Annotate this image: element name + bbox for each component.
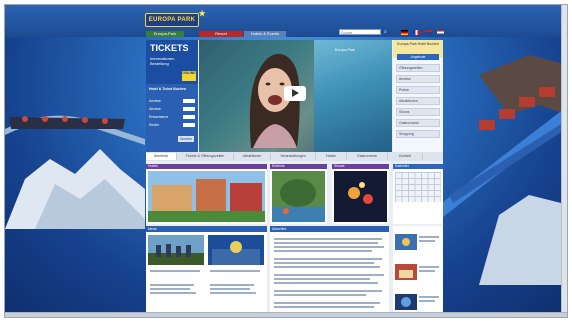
news-panel: News	[146, 226, 267, 317]
tab-attractions[interactable]: Attraktionen	[234, 153, 271, 160]
star-icon: ★	[198, 9, 206, 18]
sidebar-item-opening-hours[interactable]: Öffnungszeiten	[396, 64, 440, 72]
shows-image	[334, 171, 387, 222]
article-panel: Aktuelles	[270, 226, 389, 317]
sidebar-item-gastronomy[interactable]: Gastronomie	[396, 119, 440, 127]
departure-field[interactable]	[183, 107, 195, 111]
flag-uk-icon[interactable]	[425, 30, 432, 35]
promo-title: Erlebnis	[270, 164, 327, 169]
news-photo-2[interactable]	[208, 235, 264, 265]
sidebar-item-shows[interactable]: Shows	[396, 108, 440, 116]
sidebar-item-shopping[interactable]: Shopping	[396, 130, 440, 138]
promo-experience[interactable]: Erlebnis	[270, 164, 327, 224]
tickets-title: TICKETS	[150, 43, 189, 53]
flag-fr-icon[interactable]	[413, 30, 420, 35]
booking-widget: Hotel & Ticket Buchen Anreise Abreise Er…	[146, 84, 198, 152]
right-teasers	[393, 226, 443, 317]
teaser-image-3[interactable]	[395, 294, 417, 310]
promo-title: Hotels	[146, 164, 267, 169]
promo-shows[interactable]: Shows	[332, 164, 389, 224]
tickets-badge: ONLINE	[182, 71, 196, 81]
booking-row-children: Kinder	[149, 122, 195, 128]
vertical-scrollbar[interactable]	[561, 5, 567, 317]
tab-contact[interactable]: Kontakt	[388, 153, 423, 160]
logo-text: EUROPA PARK	[148, 17, 196, 23]
flag-de-icon[interactable]	[401, 30, 408, 35]
europa-park-logo[interactable]: EUROPA PARK ★	[145, 9, 206, 27]
teaser-image-1[interactable]	[395, 234, 417, 250]
booking-row-departure: Abreise	[149, 106, 195, 112]
tab-events[interactable]: Veranstaltungen	[271, 153, 316, 160]
right-sidebar: Europa-Park Hotel Buchen Angebote Öffnun…	[393, 40, 443, 152]
browser-window: EUROPA PARK ★ Europa-Park Resort Hotels …	[4, 4, 568, 318]
calendar-widget: Kalender	[393, 164, 443, 224]
teaser-image-2[interactable]	[395, 264, 417, 280]
tab-tickets[interactable]: Tickets & Öffnungszeiten	[177, 153, 234, 160]
booking-row-arrival: Anreise	[149, 98, 195, 104]
arrival-field[interactable]	[183, 99, 195, 103]
promo-hotels[interactable]: Hotels	[146, 164, 267, 224]
flag-nl-icon[interactable]	[437, 30, 444, 35]
search-input[interactable]	[339, 29, 381, 35]
booking-search-button[interactable]: Suchen	[178, 136, 194, 142]
experience-image	[272, 171, 325, 222]
news-title: News	[146, 226, 267, 232]
sidebar-item-attractions[interactable]: Attraktionen	[396, 97, 440, 105]
tickets-subtitle: Informationen Bestellung	[150, 56, 175, 66]
calendar-title: Kalender	[393, 164, 443, 169]
rollercoaster-left-image	[5, 115, 145, 229]
booking-row-adults: Erwachsene	[149, 114, 195, 120]
nav-item-europa-park[interactable]: Europa-Park	[146, 31, 184, 37]
search-icon[interactable]: ⌕	[384, 29, 387, 35]
booking-title: Hotel & Ticket Buchen	[149, 87, 187, 91]
main-content: TICKETS Informationen Bestellung ONLINE …	[146, 40, 443, 317]
sidebar-item-prices[interactable]: Preise	[396, 86, 440, 94]
nav-item-hotels-events[interactable]: Hotels & Events	[244, 31, 286, 37]
tab-overview[interactable]: Überblick	[146, 153, 177, 160]
video-player[interactable]: Europa-Park	[199, 40, 392, 152]
tab-gastronomy[interactable]: Gastronomie	[347, 153, 388, 160]
section-tabs: Überblick Tickets & Öffnungszeiten Attra…	[146, 152, 443, 161]
hotel-image	[148, 171, 265, 222]
offers-button[interactable]: Angebote	[397, 54, 439, 60]
news-photo-1[interactable]	[148, 235, 204, 265]
adults-select[interactable]	[183, 115, 195, 119]
nav-item-resort[interactable]: Resort	[199, 31, 243, 37]
sidebar-item-arrival[interactable]: Anreise	[396, 75, 440, 83]
rollercoaster-right-image	[439, 55, 567, 285]
tab-hotels[interactable]: Hotels	[316, 153, 347, 160]
tickets-banner[interactable]: TICKETS Informationen Bestellung ONLINE	[146, 40, 198, 84]
play-button[interactable]	[284, 86, 306, 101]
video-caption: Europa-Park	[335, 48, 355, 52]
pool-background	[314, 40, 392, 152]
site-header: EUROPA PARK ★ Europa-Park Resort Hotels …	[5, 5, 567, 37]
article-title: Aktuelles	[270, 226, 389, 232]
promo-title: Shows	[332, 164, 389, 169]
status-bar	[5, 312, 567, 317]
calendar-grid[interactable]	[395, 172, 441, 202]
children-select[interactable]	[183, 123, 195, 127]
